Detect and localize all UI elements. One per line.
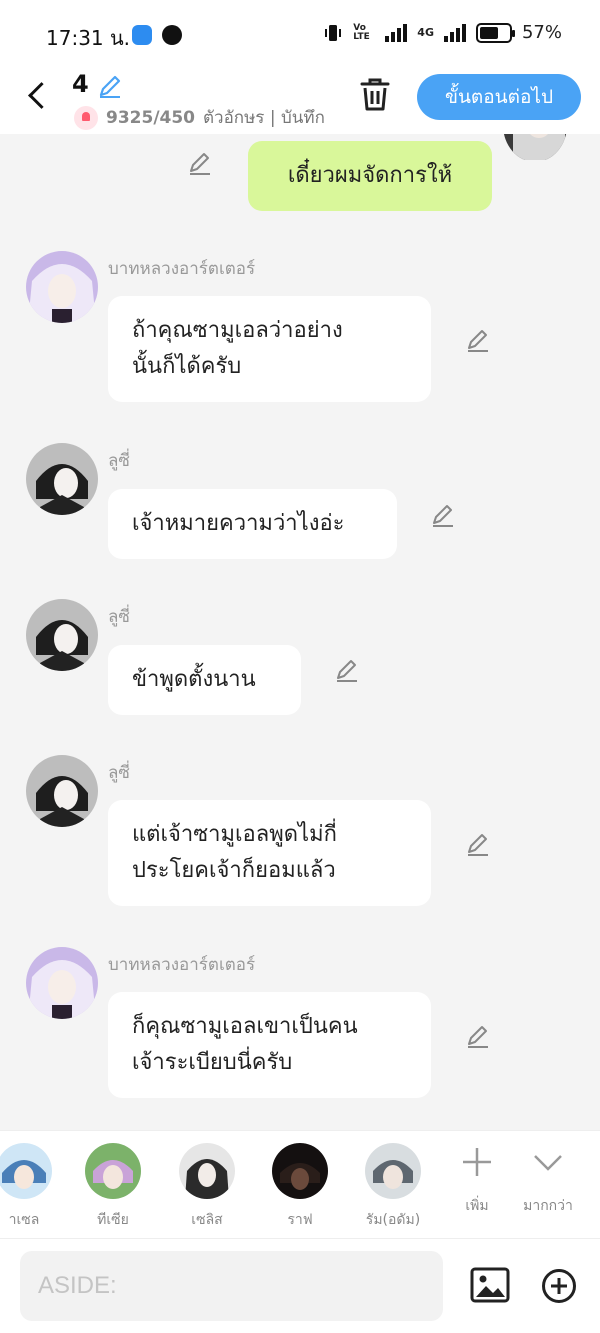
message-bubble[interactable]: แต่เจ้าซามูเอลพูดไม่กี่ ประโยคเจ้าก็ยอมแ… bbox=[108, 800, 431, 906]
speaker-name: บาทหลวงอาร์ตเตอร์ bbox=[108, 259, 256, 279]
volte-label: Vo LTE bbox=[353, 22, 370, 42]
chat-area[interactable]: เดี๋ยวผมจัดการให้ บาทหลวงอาร์ตเตอร์ ถ้าค… bbox=[0, 134, 600, 1130]
character-label: ราฟ bbox=[287, 1212, 313, 1228]
status-time: 17:31 น. bbox=[46, 26, 131, 50]
more-characters-button[interactable]: มากกว่า bbox=[508, 1145, 588, 1217]
character-item[interactable]: ทีเซีย bbox=[73, 1143, 153, 1231]
next-step-button[interactable]: ขั้นตอนต่อไป bbox=[417, 74, 581, 120]
message-text: เดี๋ยวผมจัดการให้ bbox=[287, 163, 453, 188]
message-line: ประโยคเจ้าก็ยอมแล้ว bbox=[132, 858, 336, 883]
character-label: เซลิส bbox=[191, 1212, 223, 1228]
character-item[interactable]: ราฟ bbox=[260, 1143, 340, 1231]
message-bubble[interactable]: ก็คุณซามูเอลเขาเป็นคน เจ้าระเบียบนี่ครับ bbox=[108, 992, 431, 1098]
character-item[interactable]: รัม(อดัม) bbox=[353, 1143, 433, 1231]
avatar-arthur[interactable] bbox=[26, 251, 98, 323]
edit-message-icon[interactable] bbox=[464, 1023, 492, 1051]
character-count: 9325/450 ตัวอักษร | บันทึก bbox=[74, 104, 332, 131]
meta-text: ตัวอักษร | บันทึก bbox=[203, 108, 325, 128]
episode-number: 4 bbox=[72, 70, 89, 98]
message-line: ข้าพูดตั้งนาน bbox=[132, 667, 256, 692]
speaker-name: ลูซี่ bbox=[108, 763, 130, 783]
edit-message-icon[interactable] bbox=[333, 657, 361, 685]
plus-icon bbox=[463, 1148, 491, 1176]
character-selector: าเซล ทีเซีย เซลิส ราฟ รัม(อดัม) เพิ่ม มา… bbox=[0, 1130, 600, 1238]
message-bubble[interactable]: เจ้าหมายความว่าไงอ่ะ bbox=[108, 489, 397, 559]
more-label: มากกว่า bbox=[523, 1198, 573, 1214]
trash-icon[interactable] bbox=[358, 76, 392, 112]
edit-message-icon[interactable] bbox=[464, 831, 492, 859]
line-notification-icon bbox=[162, 25, 182, 45]
avatar-lucy[interactable] bbox=[26, 443, 98, 515]
battery-icon bbox=[475, 22, 515, 43]
back-icon[interactable] bbox=[22, 80, 54, 112]
network-label: 4G bbox=[417, 26, 434, 39]
avatar-lucy[interactable] bbox=[26, 755, 98, 827]
speaker-name: ลูซี่ bbox=[108, 607, 130, 627]
add-character-button[interactable]: เพิ่ม bbox=[437, 1145, 517, 1217]
speaker-name: บาทหลวงอาร์ตเตอร์ bbox=[108, 955, 256, 975]
message-line: นั้นก็ได้ครับ bbox=[132, 354, 242, 379]
message-line: แต่เจ้าซามูเอลพูดไม่กี่ bbox=[132, 822, 337, 847]
message-line: ก็คุณซามูเอลเขาเป็นคน bbox=[132, 1014, 358, 1039]
chevron-down-icon bbox=[534, 1155, 562, 1171]
edit-message-icon[interactable] bbox=[464, 327, 492, 355]
signal-icon-2 bbox=[443, 23, 466, 42]
char-count-value: 9325/450 bbox=[106, 107, 196, 128]
image-icon[interactable] bbox=[470, 1267, 510, 1303]
my-avatar bbox=[503, 134, 567, 162]
speaker-name: ลูซี่ bbox=[108, 451, 130, 471]
input-bar bbox=[0, 1238, 600, 1333]
vibrate-icon bbox=[325, 24, 342, 41]
message-bubble[interactable]: เดี๋ยวผมจัดการให้ bbox=[248, 141, 492, 211]
message-line: เจ้าระเบียบนี่ครับ bbox=[132, 1050, 293, 1075]
add-circle-icon[interactable] bbox=[541, 1268, 577, 1304]
character-label: าเซล bbox=[8, 1212, 40, 1228]
signal-icon bbox=[385, 23, 408, 42]
character-label: รัม(อดัม) bbox=[365, 1212, 421, 1228]
message-line: เจ้าหมายความว่าไงอ่ะ bbox=[132, 511, 345, 536]
character-avatar bbox=[272, 1143, 328, 1199]
aside-input[interactable] bbox=[20, 1251, 443, 1321]
character-avatar bbox=[179, 1143, 235, 1199]
editor-header: 4 9325/450 ตัวอักษร | บันทึก ขั้นตอนต่อไ… bbox=[0, 68, 600, 134]
character-label: ทีเซีย bbox=[97, 1212, 129, 1228]
message-bubble[interactable]: ถ้าคุณซามูเอลว่าอย่าง นั้นก็ได้ครับ bbox=[108, 296, 431, 402]
edit-message-icon[interactable] bbox=[429, 502, 457, 530]
battery-percent: 57% bbox=[521, 22, 562, 43]
messenger-notification-icon bbox=[132, 25, 152, 45]
message-line: ถ้าคุณซามูเอลว่าอย่าง bbox=[132, 318, 343, 343]
status-indicators: Vo LTE 4G 57% bbox=[323, 22, 562, 43]
avatar-arthur[interactable] bbox=[26, 947, 98, 1019]
avatar-lucy[interactable] bbox=[26, 599, 98, 671]
edit-title-icon[interactable] bbox=[96, 72, 124, 100]
status-bar: 17:31 น. Vo LTE 4G 57% bbox=[0, 0, 600, 68]
character-avatar bbox=[85, 1143, 141, 1199]
bell-icon bbox=[74, 105, 98, 130]
message-bubble[interactable]: ข้าพูดตั้งนาน bbox=[108, 645, 301, 715]
character-avatar bbox=[0, 1143, 52, 1199]
add-label: เพิ่ม bbox=[465, 1198, 489, 1214]
character-item[interactable]: าเซล bbox=[0, 1143, 64, 1231]
character-avatar bbox=[365, 1143, 421, 1199]
character-item[interactable]: เซลิส bbox=[167, 1143, 247, 1231]
edit-message-icon[interactable] bbox=[186, 150, 214, 178]
